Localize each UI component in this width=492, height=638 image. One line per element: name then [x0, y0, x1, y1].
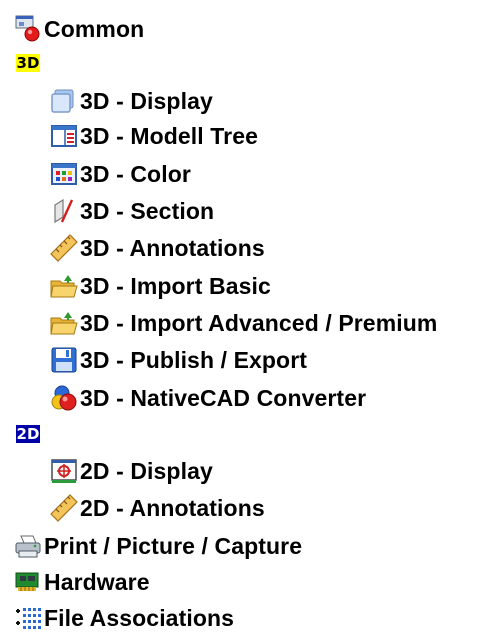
tree-item-label: Hardware — [44, 569, 150, 595]
tree-item-label: 2D - Display — [80, 458, 213, 484]
ruler-icon — [50, 494, 78, 522]
display-cube-icon — [50, 87, 78, 115]
folder-open-icon — [50, 309, 78, 337]
tree-item-file-associations[interactable]: File Associations — [14, 604, 234, 632]
tree-item-3d-display[interactable]: 3D - Display — [50, 87, 213, 115]
tree-item-common[interactable]: Common — [14, 15, 144, 43]
section-plane-icon — [50, 197, 78, 225]
tree-item-3d-publish-export[interactable]: 3D - Publish / Export — [50, 346, 307, 374]
tree-item-label: File Associations — [44, 605, 235, 631]
3d-badge: 3D — [16, 54, 40, 72]
2d-badge: 2D — [16, 425, 40, 443]
tree-item-3d-annotations[interactable]: 3D - Annotations — [50, 234, 265, 262]
tree-item-label: 3D - Modell Tree — [80, 123, 258, 149]
settings-tree: Common 3D 3D - Display 3D - Modell Tree … — [0, 0, 492, 638]
tree-item-label: 3D - NativeCAD Converter — [80, 385, 367, 411]
folder-open-icon — [50, 272, 78, 300]
tree-item-label: 3D - Publish / Export — [80, 347, 308, 373]
tree-item-label: 3D - Annotations — [80, 235, 265, 261]
file-associations-icon — [14, 604, 42, 632]
printer-icon — [14, 532, 42, 560]
3d-badge-icon: 3D — [14, 50, 42, 78]
tree-item-3d-model-tree[interactable]: 3D - Modell Tree — [50, 122, 258, 150]
hardware-card-icon — [14, 568, 42, 596]
2d-badge-icon: 2D — [14, 421, 42, 449]
tree-item-3d-import-advanced[interactable]: 3D - Import Advanced / Premium — [50, 309, 437, 337]
tree-item-3d-nativecad-converter[interactable]: 3D - NativeCAD Converter — [50, 384, 366, 412]
color-palette-icon — [50, 160, 78, 188]
tree-item-label: 2D - Annotations — [80, 495, 265, 521]
tree-item-label: Print / Picture / Capture — [44, 533, 303, 559]
tree-group-3d[interactable]: 3D — [14, 50, 42, 78]
ruler-icon — [50, 234, 78, 262]
tree-item-label: Common — [44, 16, 145, 42]
tree-item-print[interactable]: Print / Picture / Capture — [14, 532, 302, 560]
tree-item-label: 3D - Import Basic — [80, 273, 271, 299]
tree-item-label: 3D - Section — [80, 198, 215, 224]
crosshair-display-icon — [50, 457, 78, 485]
model-tree-icon — [50, 122, 78, 150]
tree-group-2d[interactable]: 2D — [14, 421, 42, 449]
tree-item-2d-display[interactable]: 2D - Display — [50, 457, 213, 485]
converter-icon — [50, 384, 78, 412]
tree-item-label: 3D - Color — [80, 161, 191, 187]
tree-item-3d-color[interactable]: 3D - Color — [50, 160, 191, 188]
floppy-disk-icon — [50, 346, 78, 374]
tree-item-label: 3D - Display — [80, 88, 213, 114]
tree-item-3d-import-basic[interactable]: 3D - Import Basic — [50, 272, 271, 300]
tree-item-hardware[interactable]: Hardware — [14, 568, 150, 596]
tree-item-label: 3D - Import Advanced / Premium — [80, 310, 438, 336]
tree-item-2d-annotations[interactable]: 2D - Annotations — [50, 494, 265, 522]
common-settings-icon — [14, 15, 42, 43]
tree-item-3d-section[interactable]: 3D - Section — [50, 197, 214, 225]
